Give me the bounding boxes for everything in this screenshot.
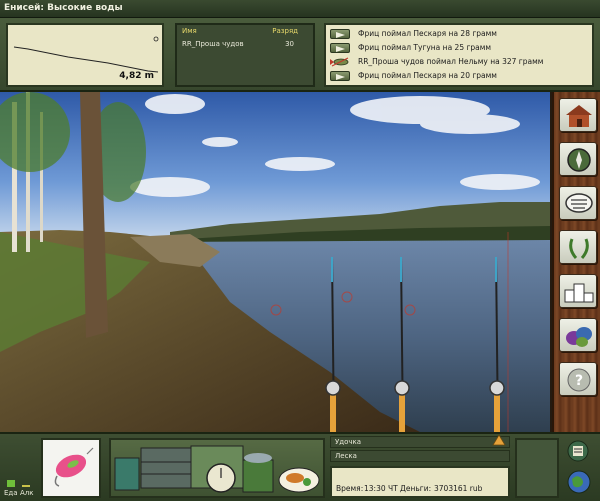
reel-icon[interactable] xyxy=(489,380,505,396)
compass-button[interactable] xyxy=(559,142,597,176)
top-panel: 4,82 m Имя Разряд RR_Проша чудов 30 Фриц… xyxy=(0,18,600,92)
window-titlebar: Енисей: Высокие воды xyxy=(0,0,600,18)
depth-value: 4,82 m xyxy=(119,71,154,81)
base-house-button[interactable] xyxy=(559,98,597,132)
time-label: Время: xyxy=(336,484,364,493)
fish-species-icon xyxy=(566,327,592,347)
time-value: 13:30 ЧТ xyxy=(364,484,398,493)
notes-icon xyxy=(573,446,583,456)
tackle-box-icon xyxy=(140,447,192,489)
fishing-scene[interactable] xyxy=(0,92,552,432)
scoreboard-row[interactable]: RR_Проша чудов 30 xyxy=(182,40,308,50)
feed-item: Фриц поймал Тугуна на 25 грамм xyxy=(330,42,592,54)
house-icon xyxy=(566,105,592,127)
player-name: RR_Проша чудов xyxy=(182,40,244,48)
money-label: Деньги: xyxy=(400,484,432,493)
rod-label: Удочка xyxy=(330,436,510,448)
catch-feed: Фриц поймал Пескаря на 28 грамм Фриц пой… xyxy=(324,23,594,87)
feed-item: RR_Проша чудов поймал Нельму на 327 грам… xyxy=(330,56,592,68)
help-icon: ? xyxy=(567,368,591,392)
feed-message: Фриц поймал Пескаря на 28 грамм xyxy=(358,29,497,38)
bottom-panel: Еда Алк Удочка Леска Время: 13:30 ЧТ Ден… xyxy=(0,432,600,501)
reel-icon[interactable] xyxy=(394,380,410,396)
fish-bucket-icon xyxy=(242,459,274,493)
lure-icon xyxy=(54,447,94,487)
menu-button[interactable] xyxy=(567,440,589,462)
feed-message: RR_Проша чудов поймал Нельму на 327 грам… xyxy=(358,57,544,66)
globe-button[interactable] xyxy=(567,470,591,494)
scoreboard-header: Имя Разряд xyxy=(182,27,308,37)
chat-icon xyxy=(565,193,593,213)
scoreboard: Имя Разряд RR_Проша чудов 30 xyxy=(175,23,315,87)
feed-arrow-button[interactable] xyxy=(330,43,350,53)
player-rank: 30 xyxy=(285,40,294,48)
bite-alarm-icon[interactable] xyxy=(492,434,506,446)
chat-button[interactable] xyxy=(559,186,597,220)
action-sidebar: ? xyxy=(552,92,600,432)
achievements-button[interactable] xyxy=(559,230,597,264)
food-label: Еда xyxy=(4,489,18,497)
trophy-fish-icon[interactable] xyxy=(330,56,350,68)
podium-icon xyxy=(564,283,594,303)
status-box: Время: 13:30 ЧТ Деньги: 3703161 rub xyxy=(330,466,510,498)
scoreboard-col-rank: Разряд xyxy=(272,27,298,35)
help-button[interactable]: ? xyxy=(559,362,597,396)
compass-icon xyxy=(567,148,591,172)
alcohol-label: Алк xyxy=(20,489,34,497)
alcohol-meter-bar xyxy=(22,484,30,487)
current-lure[interactable] xyxy=(41,438,101,498)
rankings-button[interactable] xyxy=(559,274,597,308)
feed-message: Фриц поймал Пескаря на 20 грамм xyxy=(358,71,497,80)
money-value: 3703161 rub xyxy=(434,484,483,493)
window-title: Енисей: Высокие воды xyxy=(4,3,123,13)
laurel-wreath-icon xyxy=(569,238,589,259)
inventory-panel[interactable] xyxy=(109,438,325,498)
reserve-slot xyxy=(515,438,559,498)
fish-species-button[interactable] xyxy=(559,318,597,352)
depth-profile: 4,82 m xyxy=(6,23,164,87)
inventory-illustration xyxy=(114,445,320,493)
reel-icon[interactable] xyxy=(325,380,341,396)
feed-arrow-button[interactable] xyxy=(330,29,350,39)
float-marker-icon xyxy=(153,36,159,42)
tackle-info: Удочка Леска Время: 13:30 ЧТ Деньги: 370… xyxy=(330,436,510,498)
feed-item: Фриц поймал Пескаря на 28 грамм xyxy=(330,28,592,40)
line-label: Леска xyxy=(330,450,510,462)
feed-item: Фриц поймал Пескаря на 20 грамм xyxy=(330,70,592,82)
food-meter-bar xyxy=(7,480,15,487)
bottom-contour-line xyxy=(13,46,159,73)
feed-message: Фриц поймал Тугуна на 25 грамм xyxy=(358,43,492,52)
fishing-book-icon xyxy=(114,457,140,491)
svg-text:?: ? xyxy=(575,373,583,389)
scene-illustration[interactable] xyxy=(0,92,552,432)
needs-meters: Еда Алк xyxy=(4,438,36,498)
scoreboard-col-name: Имя xyxy=(182,27,197,35)
feed-arrow-button[interactable] xyxy=(330,71,350,81)
